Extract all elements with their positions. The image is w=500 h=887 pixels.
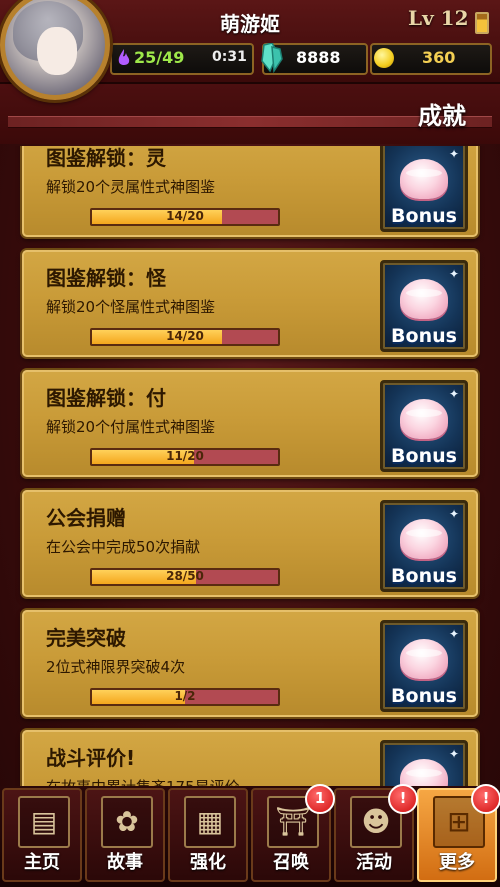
sparkle-icon: ✦ <box>448 747 459 761</box>
achievement-title: 公会捐赠 <box>46 506 126 530</box>
nav-label: 召唤 <box>273 852 309 873</box>
avatar-face <box>37 27 77 75</box>
nav-story[interactable]: ✿ 故事 <box>85 788 165 882</box>
achievement-desc: 在公会中完成50次捐献 <box>46 538 201 556</box>
progress-text: 14/20 <box>166 209 204 223</box>
achievement-progress-bar: 28/50 <box>90 568 280 586</box>
section-title: 成就 <box>418 102 466 130</box>
top-status-bar: 萌游姬 Lv 12 25/49 0:31 8888 360 <box>0 0 500 100</box>
progress-text: 11/20 <box>166 449 204 463</box>
bonus-reward-button[interactable]: ✦ <box>380 740 468 786</box>
sparkle-icon: ✦ <box>448 147 459 161</box>
achievement-desc: 解锁20个灵属性式神图鉴 <box>46 178 216 196</box>
notification-badge: 1 <box>305 784 335 814</box>
nav-summon[interactable]: 1 ⛩ 召唤 <box>251 784 335 882</box>
battery-icon <box>475 12 489 34</box>
achievement-card[interactable]: 图鉴解锁：灵 解锁20个灵属性式神图鉴 14/20 ✦ Bonus <box>22 146 478 237</box>
bonus-label: Bonus <box>391 205 457 227</box>
bonus-reward-button[interactable]: ✦ Bonus <box>380 500 468 592</box>
nav-label: 强化 <box>190 852 226 873</box>
sparkle-icon: ✦ <box>448 387 459 401</box>
nav-label: 活动 <box>356 852 392 873</box>
achievement-progress-bar: 1/2 <box>90 688 280 706</box>
gold-counter[interactable]: 360 <box>370 43 492 75</box>
blocks-icon: ▦ <box>184 796 236 848</box>
bottom-nav: ▤ 主页 ✿ 故事 ▦ 强化 1 ⛩ 召唤 ! ☻ 活动 ! ⊞ 更多 <box>0 784 500 887</box>
gold-coin-icon <box>374 48 394 68</box>
nav-home[interactable]: ▤ 主页 <box>2 788 82 882</box>
achievement-title: 图鉴解锁：付 <box>46 386 166 410</box>
clipboard-icon: ▤ <box>18 796 70 848</box>
notification-badge: ! <box>471 784 500 814</box>
crystal-value: 8888 <box>296 48 341 67</box>
mochi-reward-icon <box>400 759 448 786</box>
bonus-label: Bonus <box>391 565 457 587</box>
achievement-list[interactable]: 图鉴解锁：灵 解锁20个灵属性式神图鉴 14/20 ✦ Bonus 图鉴解锁：怪… <box>0 146 500 786</box>
notification-badge: ! <box>388 784 418 814</box>
nav-enhance[interactable]: ▦ 强化 <box>168 788 248 882</box>
mochi-reward-icon <box>400 159 448 199</box>
bonus-label: Bonus <box>391 445 457 467</box>
scroll-icon: ✿ <box>101 796 153 848</box>
stamina-counter[interactable]: 25/49 0:31 <box>110 43 254 75</box>
nav-label: 主页 <box>24 852 60 873</box>
mochi-reward-icon <box>400 519 448 559</box>
sparkle-icon: ✦ <box>448 267 459 281</box>
bonus-reward-button[interactable]: ✦ Bonus <box>380 380 468 472</box>
nav-label: 故事 <box>107 852 143 873</box>
achievement-card[interactable]: 完美突破 2位式神限界突破4次 1/2 ✦ Bonus <box>22 610 478 717</box>
mochi-reward-icon <box>400 399 448 439</box>
stamina-timer: 0:31 <box>212 49 247 65</box>
gold-value: 360 <box>422 48 456 67</box>
progress-text: 28/50 <box>166 569 204 583</box>
achievement-title: 图鉴解锁：怪 <box>46 266 166 290</box>
achievement-desc: 解锁20个怪属性式神图鉴 <box>46 298 216 316</box>
sparkle-icon: ✦ <box>448 507 459 521</box>
crystal-counter[interactable]: 8888 <box>261 43 368 75</box>
sparkle-icon: ✦ <box>448 627 459 641</box>
achievement-desc: 在故事中累计集齐175星评价 <box>46 776 240 786</box>
bonus-label: Bonus <box>391 325 457 347</box>
crystal-icon <box>261 43 283 73</box>
achievement-progress-bar: 14/20 <box>90 328 280 346</box>
achievement-title: 图鉴解锁：灵 <box>46 146 166 170</box>
achievement-progress-bar: 14/20 <box>90 208 280 226</box>
achievement-desc: 解锁20个付属性式神图鉴 <box>46 418 216 436</box>
mochi-reward-icon <box>400 639 448 679</box>
bonus-label: Bonus <box>391 685 457 707</box>
achievement-desc: 2位式神限界突破4次 <box>46 658 186 676</box>
nav-events[interactable]: ! ☻ 活动 <box>334 784 418 882</box>
achievement-title: 战斗评价! <box>46 746 136 770</box>
bonus-reward-button[interactable]: ✦ Bonus <box>380 620 468 712</box>
progress-text: 1/2 <box>174 689 196 703</box>
achievement-card[interactable]: 图鉴解锁：付 解锁20个付属性式神图鉴 11/20 ✦ Bonus <box>22 370 478 477</box>
achievement-card[interactable]: 图鉴解锁：怪 解锁20个怪属性式神图鉴 14/20 ✦ Bonus <box>22 250 478 357</box>
player-level: Lv 12 <box>408 6 469 30</box>
achievement-progress-bar: 11/20 <box>90 448 280 466</box>
mochi-reward-icon <box>400 279 448 319</box>
achievement-card[interactable]: 公会捐赠 在公会中完成50次捐献 28/50 ✦ Bonus <box>22 490 478 597</box>
achievement-card[interactable]: 战斗评价! 在故事中累计集齐175星评价 ✦ <box>22 730 478 786</box>
bonus-reward-button[interactable]: ✦ Bonus <box>380 260 468 352</box>
stamina-flame-icon <box>118 49 130 65</box>
nav-label: 更多 <box>439 852 475 873</box>
bonus-reward-button[interactable]: ✦ Bonus <box>380 146 468 232</box>
stamina-value: 25/49 <box>134 48 185 67</box>
progress-text: 14/20 <box>166 329 204 343</box>
achievement-title: 完美突破 <box>46 626 126 650</box>
player-name: 萌游姬 <box>220 12 280 36</box>
nav-more[interactable]: ! ⊞ 更多 <box>417 784 500 882</box>
